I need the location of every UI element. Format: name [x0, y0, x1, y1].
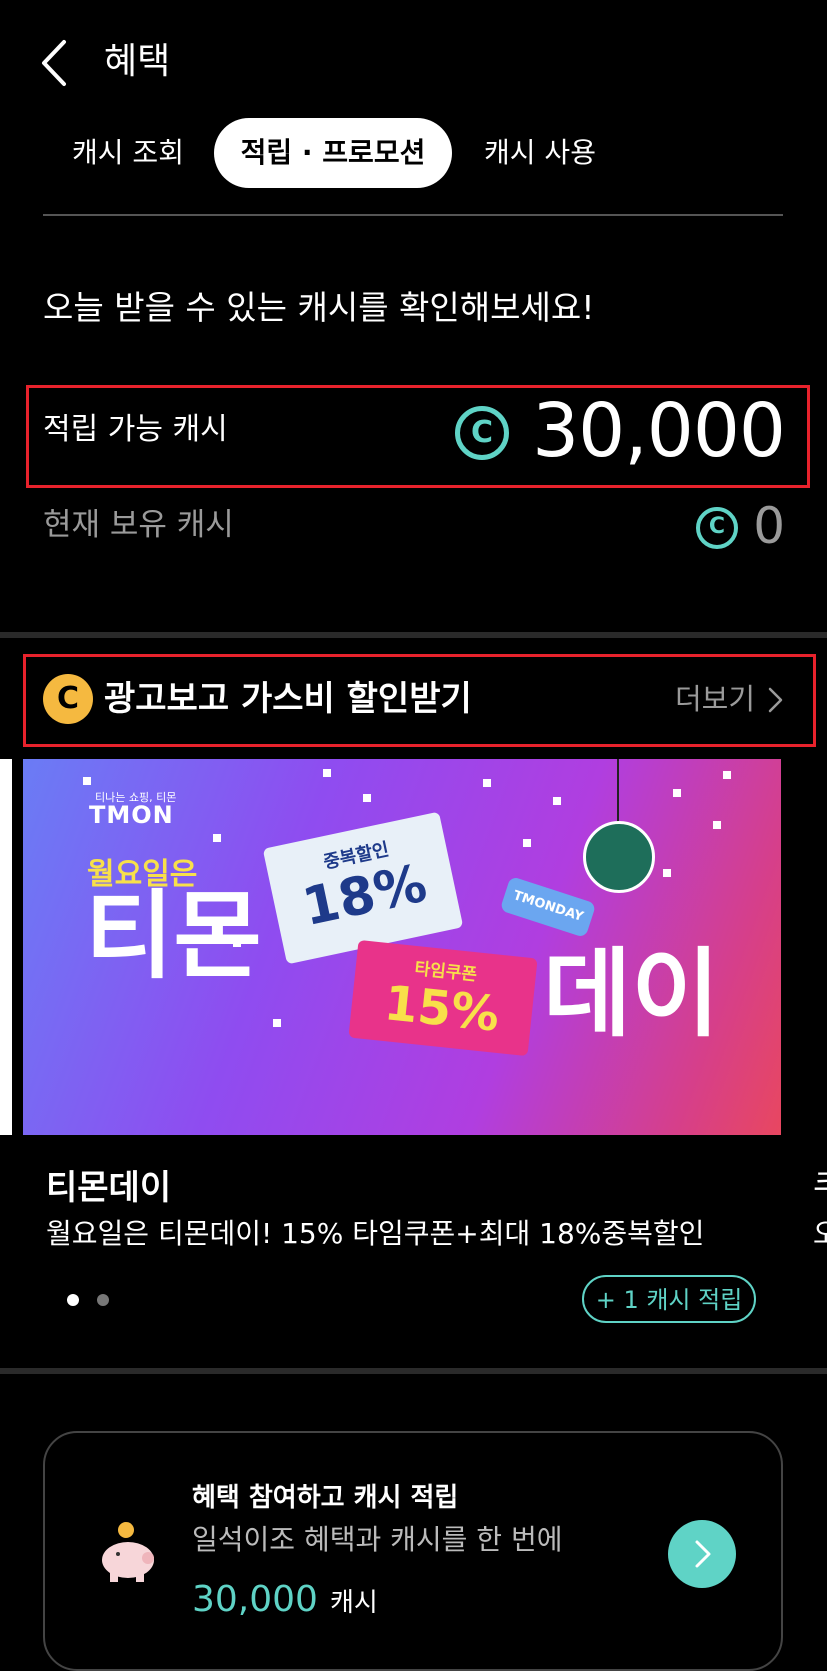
confetti: [723, 771, 731, 779]
tab-divider: [43, 214, 783, 216]
benefit-card-amount: 30,000: [192, 1579, 318, 1620]
confetti: [523, 839, 531, 847]
badge-string: [617, 759, 619, 823]
confetti: [273, 1019, 281, 1027]
earn-cash-button[interactable]: + 1 캐시 적립: [582, 1275, 756, 1323]
headline: 오늘 받을 수 있는 캐시를 확인해보세요!: [43, 288, 595, 327]
tmonday-tag: TMONDAY: [499, 875, 597, 939]
confetti: [323, 769, 331, 777]
coupon-ticket: 타임쿠폰 15%: [348, 939, 538, 1057]
piggy-bank-icon: [102, 1522, 154, 1582]
tab-cash-inquiry[interactable]: 캐시 조회: [58, 118, 198, 188]
benefit-card-subtitle: 일석이조 혜택과 캐시를 한 번에: [192, 1523, 563, 1556]
banner-timon-text: 티몬: [85, 880, 262, 992]
next-card-title-peek: 쿠: [813, 1163, 827, 1213]
tab-cash-use[interactable]: 캐시 사용: [470, 118, 610, 188]
mascot-badge-icon: [583, 821, 655, 893]
back-arrow-icon[interactable]: [38, 38, 78, 88]
benefit-card-title: 혜택 참여하고 캐시 적립: [192, 1483, 459, 1513]
tab-earn-promotion[interactable]: 적립 · 프로모션: [214, 118, 452, 188]
available-cash-amount: 30,000: [532, 388, 786, 474]
banner-brand-logo: TMON: [89, 801, 174, 829]
section-divider: [0, 1368, 827, 1374]
confetti: [483, 779, 491, 787]
confetti: [673, 789, 681, 797]
card-title: 티몬데이: [46, 1168, 172, 1208]
confetti: [83, 777, 91, 785]
confetti: [713, 821, 721, 829]
page-title: 혜택: [104, 41, 171, 82]
tmon-day-banner[interactable]: 티나는 쇼핑, 티몬 TMON 월요일은 티몬 데이 중복할인 18% 타임쿠폰…: [23, 759, 781, 1135]
held-cash-coin-icon: C: [696, 507, 738, 549]
carousel-dot-active[interactable]: [67, 1294, 79, 1306]
confetti: [213, 834, 221, 842]
held-cash-label: 현재 보유 캐시: [43, 507, 234, 543]
confetti: [363, 794, 371, 802]
more-link[interactable]: 더보기: [675, 676, 755, 722]
card-description: 월요일은 티몬데이! 15% 타임쿠폰+최대 18%중복할인: [46, 1217, 705, 1250]
benefit-card-unit: 캐시: [330, 1588, 378, 1618]
next-card-description-peek: 오: [813, 1217, 827, 1250]
ad-section-title: 광고보고 가스비 할인받기: [104, 679, 472, 719]
banner-day-text: 데이: [543, 938, 720, 1050]
carousel-dot[interactable]: [97, 1294, 109, 1306]
cash-coin-icon: C: [455, 406, 509, 460]
benefit-go-button[interactable]: [668, 1520, 736, 1588]
available-cash-label: 적립 가능 캐시: [43, 412, 228, 447]
confetti: [553, 797, 561, 805]
chevron-right-icon[interactable]: [766, 686, 786, 714]
chevron-right-icon: [695, 1540, 711, 1568]
confetti: [663, 869, 671, 877]
held-cash-amount: 0: [753, 497, 785, 555]
section-divider: [0, 632, 827, 638]
previous-banner-peek[interactable]: [0, 759, 12, 1135]
coin-icon: C: [43, 674, 93, 724]
